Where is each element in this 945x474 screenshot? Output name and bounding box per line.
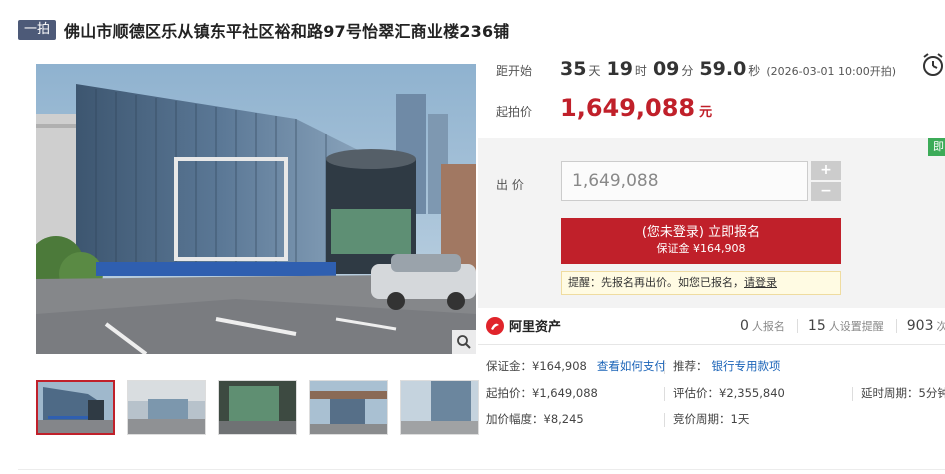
login-reminder: 提醒：先报名再出价。如您已报名，请登录 [561,271,841,295]
thumbnail-image [38,382,113,433]
reminders-count: 15 [807,318,826,334]
detail-divider [664,387,665,401]
delay-period-info: 延时周期：5分钟 [861,386,945,400]
brand-logo-svg [491,323,499,330]
main-photo[interactable] [36,64,476,354]
detail-divider [664,360,665,374]
signups-label: 人报名 [751,320,785,333]
increment-info: 加价幅度：¥8,245 [486,412,584,426]
brand-row: 阿里资产 [486,316,561,335]
auction-round-tag: 一拍 [18,20,57,40]
signups-count: 0 [740,318,749,334]
start-price-unit: 元 [699,105,713,120]
bid-period-info: 竞价周期：1天 [673,412,750,426]
signup-deposit-label: 保证金 ¥164,908 [656,242,746,255]
recommend-info: 推荐： 银行专用款项 [673,358,781,374]
hours-unit: 时 [634,64,647,78]
start-price-value: 1,649,088 [560,94,696,122]
alarm-clock-icon[interactable] [922,52,944,78]
bid-label: 出 价 [496,178,524,192]
signup-button[interactable]: (您未登录) 立即报名 保证金 ¥164,908 [561,218,841,264]
thumbnail-5[interactable] [400,380,479,435]
zoom-button[interactable] [452,330,476,354]
thumbnail-2[interactable] [127,380,206,435]
bottom-border [18,469,945,470]
countdown-days: 35 [560,58,587,80]
thumbnail-image [128,381,205,434]
deposit-text: 保证金：¥164,908 [486,359,587,373]
start-price-label: 起拍价 [496,105,533,119]
assessed-price-info: 评估价：¥2,355,840 [673,386,785,400]
increase-bid-button[interactable]: + [811,161,841,180]
instant-badge: 即 [928,138,945,156]
bid-stepper: + − [811,161,841,201]
how-to-pay-link[interactable]: 查看如何支付 [597,359,666,373]
reminder-text: 提醒：先报名再出价。如您已报名， [568,276,744,289]
stat-divider [895,319,897,333]
recommend-label: 推荐： [673,359,708,373]
days-unit: 天 [588,64,601,78]
countdown-minutes: 09 [652,58,680,80]
thumbnail-image [219,381,296,434]
countdown-row: 距开始 35 天 19 时 09 分 59.0 秒 (2026-03-01 10… [496,58,896,84]
stats-row: 0 人报名 15 人设置提醒 903 次 [740,318,945,334]
bid-amount-input[interactable]: 1,649,088 [561,161,808,201]
bank-payment-link[interactable]: 银行专用款项 [712,359,781,373]
alibaba-logo-icon [486,316,504,335]
brand-name: 阿里资产 [509,320,562,335]
detail-divider [664,413,665,427]
thumbnail-image [401,381,478,434]
building-photo-illustration [36,64,476,354]
detail-divider [852,387,853,401]
deposit-info: 保证金：¥164,908 查看如何支付 [486,358,666,374]
section-divider [478,344,945,345]
views-count: 903 [906,318,934,334]
title-row: 一拍 佛山市顺德区乐从镇东平社区裕和路97号怡翠汇商业楼236铺 [18,18,509,42]
start-price-info: 起拍价：¥1,649,088 [486,386,598,400]
thumbnail-1[interactable] [36,380,115,435]
start-price-row: 起拍价 1,649,088 元 [496,94,712,122]
page-title: 佛山市顺德区乐从镇东平社区裕和路97号怡翠汇商业楼236铺 [64,22,510,41]
thumbnail-3[interactable] [218,380,297,435]
login-link[interactable]: 请登录 [744,276,777,289]
signup-main-label: (您未登录) 立即报名 [641,225,761,240]
thumbnail-strip [36,380,479,435]
magnifier-icon [457,335,471,349]
countdown-seconds: 59.0 [699,58,747,80]
minutes-unit: 分 [681,64,694,78]
thumbnail-image [310,381,387,434]
decrease-bid-button[interactable]: − [811,182,841,201]
alarm-clock-svg [923,53,943,76]
stat-divider [796,319,798,333]
countdown-label: 距开始 [496,64,533,78]
countdown-hours: 19 [606,58,633,80]
thumbnail-4[interactable] [309,380,388,435]
seconds-unit: 秒 [748,64,761,78]
reminders-label: 人设置提醒 [828,320,884,333]
start-time: (2026-03-01 10:00开拍) [766,65,897,78]
views-label: 次 [936,320,945,333]
